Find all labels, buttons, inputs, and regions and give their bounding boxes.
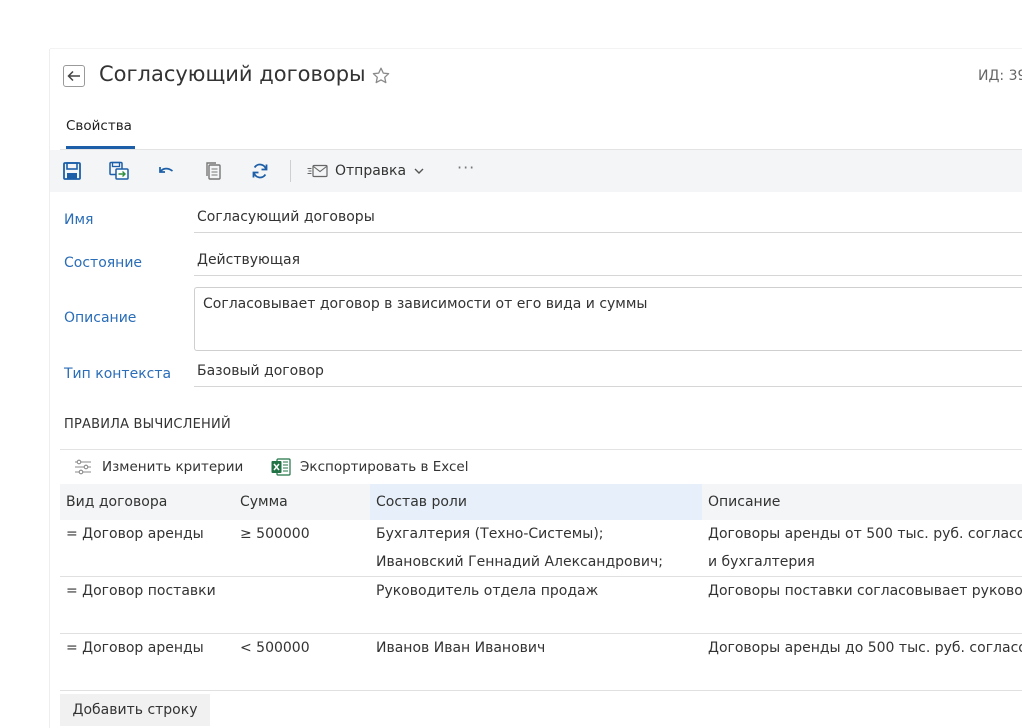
table-header: Вид договора Сумма Состав роли Описание: [60, 484, 1022, 520]
column-header-contract-type[interactable]: Вид договора: [60, 484, 234, 520]
record-card: Согласующий договоры ИД: 39 Свойства Отп…: [50, 49, 1022, 728]
section-divider: [60, 449, 1022, 450]
undo-icon[interactable]: [154, 159, 178, 183]
toolbar-separator: [290, 160, 291, 182]
arrow-left-icon: [67, 70, 80, 82]
cell-sum: ≥ 500000: [240, 526, 310, 542]
table-row[interactable]: = Договор аренды ≥ 500000 Бухгалтерия (Т…: [60, 520, 1022, 577]
record-id: ИД: 39: [978, 68, 1022, 84]
column-header-role[interactable]: Состав роли: [370, 484, 702, 520]
table-row[interactable]: = Договор поставки Руководитель отдела п…: [60, 577, 1022, 634]
excel-icon: [271, 458, 291, 476]
column-header-sum[interactable]: Сумма: [234, 484, 370, 520]
state-field[interactable]: Действующая: [194, 252, 1022, 276]
add-row-button[interactable]: Добавить строку: [60, 694, 210, 726]
context-type-field[interactable]: Базовый договор: [194, 363, 1022, 387]
refresh-icon[interactable]: [248, 159, 272, 183]
column-header-description[interactable]: Описание: [702, 484, 1022, 520]
name-label: Имя: [64, 212, 94, 228]
edit-criteria-button[interactable]: Изменить критерии: [74, 457, 243, 477]
send-label: Отправка: [335, 163, 407, 179]
rules-table: Вид договора Сумма Состав роли Описание …: [60, 484, 1022, 691]
tab-properties[interactable]: Свойства: [66, 118, 132, 134]
favorite-star-icon[interactable]: [371, 66, 391, 86]
cell-description: Договоры поставки согласовывает руководи…: [708, 583, 1022, 599]
more-options-icon[interactable]: ···: [457, 158, 475, 177]
context-type-label: Тип контекста: [64, 366, 172, 382]
cell-contract-type: = Договор поставки: [66, 583, 216, 599]
filter-settings-icon: [75, 459, 91, 475]
description-label: Описание: [64, 310, 137, 326]
edit-criteria-label: Изменить критерии: [102, 459, 244, 475]
cell-contract-type: = Договор аренды: [66, 526, 204, 542]
save-icon[interactable]: [60, 159, 84, 183]
table-row[interactable]: = Договор аренды < 500000 Иванов Иван Ив…: [60, 634, 1022, 691]
cell-role: Бухгалтерия (Техно-Системы); Ивановский …: [376, 526, 663, 570]
toolbar: Отправка ···: [50, 150, 1022, 192]
cell-role: Иванов Иван Иванович: [376, 640, 546, 656]
send-dropdown[interactable]: Отправка: [307, 161, 425, 181]
back-button[interactable]: [63, 65, 85, 87]
cell-description: Договоры аренды от 500 тыс. руб. согласо…: [708, 526, 1022, 570]
cell-sum: < 500000: [240, 640, 310, 656]
cell-role: Руководитель отдела продаж: [376, 583, 599, 599]
state-label: Состояние: [64, 255, 143, 271]
export-excel-button[interactable]: Экспортировать в Excel: [271, 457, 468, 477]
copy-icon[interactable]: [201, 159, 225, 183]
description-textarea[interactable]: Согласовывает договор в зависимости от е…: [194, 287, 1022, 351]
name-field[interactable]: Согласующий договоры: [194, 209, 1022, 233]
rules-section-title: ПРАВИЛА ВЫЧИСЛЕНИЙ: [64, 417, 231, 432]
save-and-close-icon[interactable]: [107, 159, 131, 183]
chevron-down-icon: [414, 168, 424, 174]
screen: Согласующий договоры ИД: 39 Свойства Отп…: [0, 0, 1022, 728]
cell-contract-type: = Договор аренды: [66, 640, 204, 656]
cell-sum: [234, 577, 370, 605]
cell-description: Договоры аренды до 500 тыс. руб. согласо…: [708, 640, 1022, 656]
page-title: Согласующий договоры: [99, 62, 366, 86]
export-excel-label: Экспортировать в Excel: [300, 459, 469, 475]
send-icon: [307, 164, 328, 178]
